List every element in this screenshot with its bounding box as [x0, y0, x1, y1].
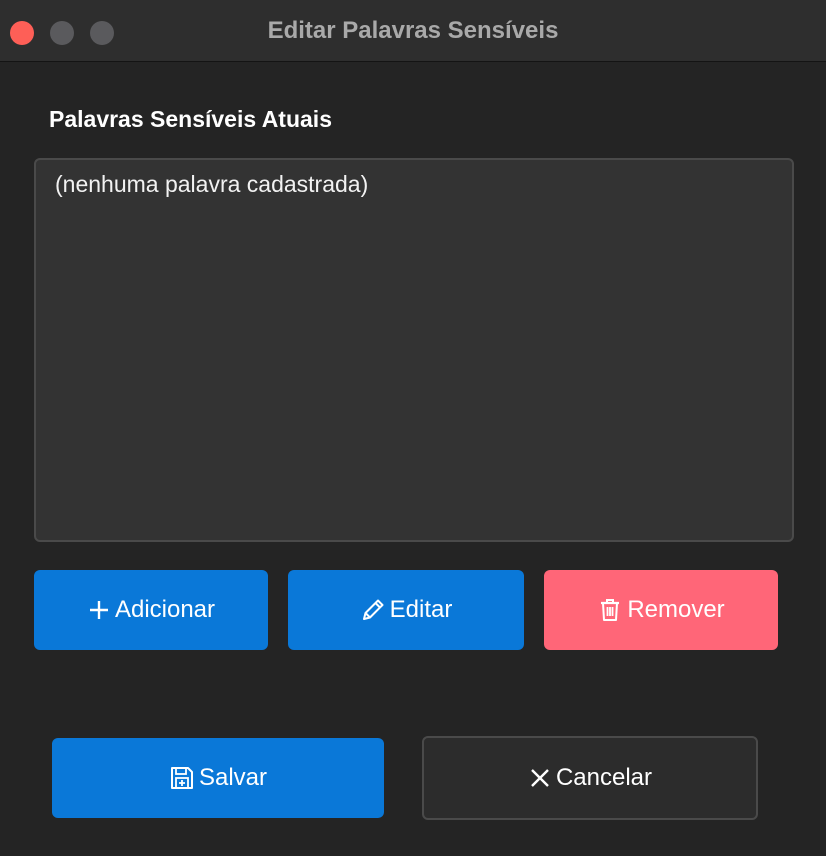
edit-button-label: Editar — [389, 596, 453, 623]
window-title: Editar Palavras Sensíveis — [267, 17, 559, 44]
title-bar: Editar Palavras Sensíveis — [0, 0, 826, 62]
list-item[interactable]: (nenhuma palavra cadastrada) — [55, 171, 368, 198]
cancel-button-label: Cancelar — [555, 764, 653, 791]
remove-button-label: Remover — [627, 596, 725, 623]
floppy-disk-icon — [169, 765, 195, 791]
cancel-button[interactable]: Cancelar — [422, 736, 758, 820]
x-icon — [528, 766, 552, 790]
section-heading: Palavras Sensíveis Atuais — [49, 106, 332, 132]
sensitive-words-list[interactable]: (nenhuma palavra cadastrada) — [34, 158, 794, 542]
remove-button[interactable]: Remover — [544, 570, 778, 650]
save-button-label: Salvar — [198, 764, 268, 791]
add-button[interactable]: Adicionar — [34, 570, 268, 650]
edit-sensitive-words-dialog: Editar Palavras Sensíveis Palavras Sensí… — [0, 0, 826, 856]
add-button-label: Adicionar — [114, 596, 216, 623]
pencil-icon — [360, 597, 386, 623]
save-button[interactable]: Salvar — [52, 738, 384, 818]
plus-icon — [87, 598, 111, 622]
edit-button[interactable]: Editar — [288, 570, 524, 650]
trash-icon — [597, 597, 623, 623]
